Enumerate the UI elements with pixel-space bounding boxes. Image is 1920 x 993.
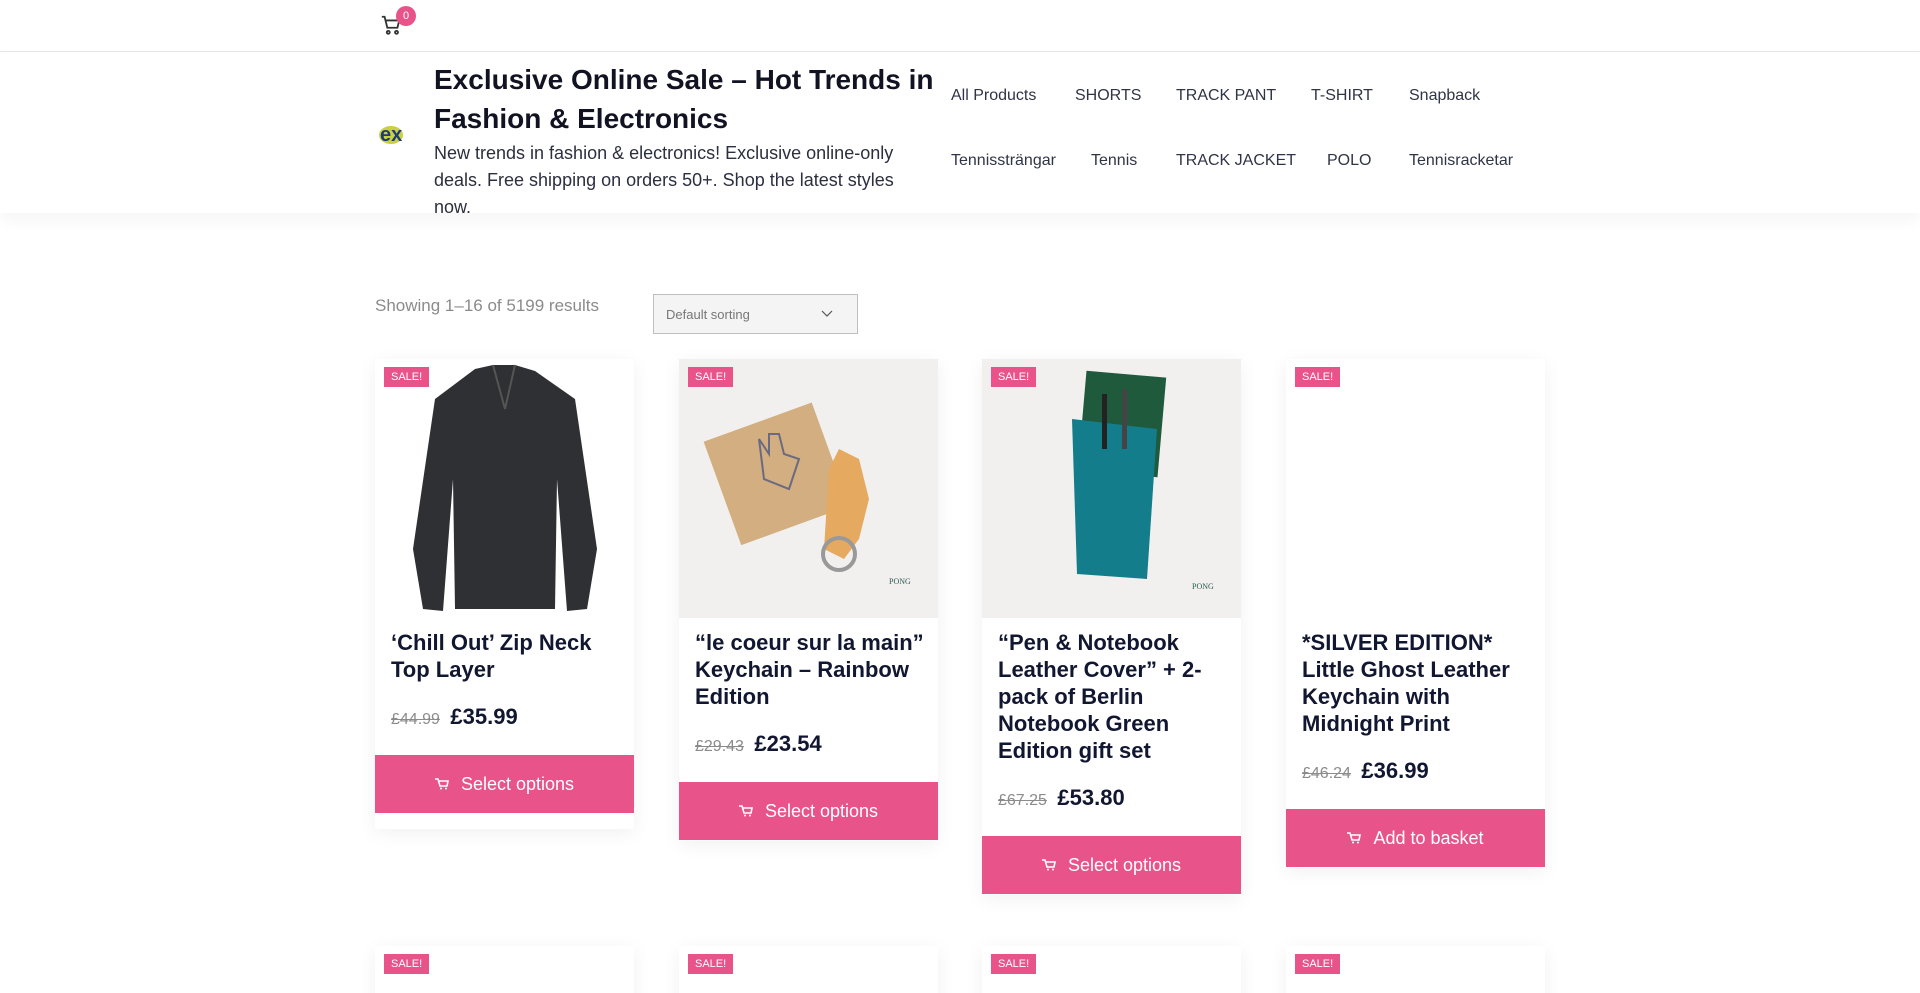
sort-select-value: Default sorting	[666, 307, 750, 322]
cart-icon	[738, 805, 753, 817]
sale-badge: SALE!	[384, 954, 430, 974]
sale-badge: SALE!	[991, 954, 1037, 974]
site-header	[0, 53, 1920, 213]
product-card[interactable]: PONG SALE! “le coeur sur la main” Keycha…	[679, 359, 938, 841]
product-card[interactable]: SALE!	[982, 946, 1241, 993]
product-image[interactable]	[375, 359, 634, 618]
product-card[interactable]: SALE!	[375, 946, 634, 993]
product-price: £67.25 £53.80	[998, 785, 1125, 811]
product-card[interactable]: SALE!	[679, 946, 938, 993]
select-options-button[interactable]: Select options	[679, 782, 938, 840]
button-label: Select options	[460, 773, 575, 794]
product-price: £29.43 £23.54	[695, 731, 822, 757]
product-card[interactable]: SALE! ‘Chill Out’ Zip Neck Top Layer £44…	[375, 359, 634, 829]
nav-t-shirt[interactable]: T-SHIRT	[1311, 87, 1373, 105]
sale-badge: SALE!	[688, 954, 734, 974]
logo-text: ex	[380, 124, 402, 146]
nav-snapback[interactable]: Snapback	[1409, 87, 1480, 105]
sale-badge: SALE!	[384, 367, 430, 387]
product-image[interactable]: PONG	[679, 359, 938, 618]
product-image[interactable]: PONG	[982, 359, 1241, 618]
old-price: £67.25	[998, 792, 1047, 809]
sale-badge: SALE!	[688, 367, 734, 387]
sale-badge: SALE!	[991, 367, 1037, 387]
sale-badge: SALE!	[1295, 367, 1341, 387]
nav-tennisstrangar[interactable]: Tennissträngar	[951, 152, 1056, 170]
select-options-button[interactable]: Select options	[982, 836, 1241, 894]
results-count: Showing 1–16 of 5199 results	[375, 296, 599, 315]
chevron-down-icon	[821, 310, 833, 317]
product-title[interactable]: *SILVER EDITION* Little Ghost Leather Ke…	[1302, 629, 1532, 737]
product-title[interactable]: “Pen & Notebook Leather Cover” + 2-pack …	[998, 629, 1228, 764]
svg-text:PONG: PONG	[889, 577, 911, 586]
sale-price: £53.80	[1057, 785, 1125, 810]
cart-icon	[1041, 859, 1056, 871]
product-price: £44.99 £35.99	[391, 704, 518, 730]
cart-icon	[434, 778, 449, 790]
sort-select[interactable]: Default sorting	[653, 294, 858, 334]
site-description: New trends in fashion & electronics! Exc…	[434, 143, 894, 217]
cart-count-badge: 0	[396, 6, 416, 26]
product-image[interactable]	[1286, 359, 1545, 618]
nav-track-jacket[interactable]: TRACK JACKET	[1176, 152, 1296, 170]
button-label: Select options	[764, 800, 879, 821]
nav-tennisracketar[interactable]: Tennisracketar	[1409, 152, 1513, 170]
top-bar: 0	[0, 0, 1920, 52]
nav-shorts[interactable]: SHORTS	[1075, 87, 1141, 105]
sale-price: £35.99	[450, 704, 518, 729]
sale-price: £23.54	[754, 731, 822, 756]
old-price: £44.99	[391, 711, 440, 728]
nav-tennis[interactable]: Tennis	[1091, 152, 1137, 170]
old-price: £29.43	[695, 738, 744, 755]
button-label: Select options	[1067, 854, 1182, 875]
svg-text:PONG: PONG	[1192, 582, 1214, 591]
product-card[interactable]: SALE! *SILVER EDITION* Little Ghost Leat…	[1286, 359, 1545, 868]
product-title[interactable]: “le coeur sur la main” Keychain – Rainbo…	[695, 629, 925, 710]
product-title[interactable]: ‘Chill Out’ Zip Neck Top Layer	[391, 629, 621, 683]
site-logo[interactable]: ex	[377, 120, 421, 146]
cart-icon	[1347, 832, 1362, 844]
button-label: Add to basket	[1373, 827, 1484, 848]
sale-badge: SALE!	[1295, 954, 1341, 974]
nav-polo[interactable]: POLO	[1327, 152, 1371, 170]
sale-price: £36.99	[1361, 758, 1429, 783]
site-title[interactable]: Exclusive Online Sale – Hot Trends in Fa…	[434, 60, 934, 138]
add-to-basket-button[interactable]: Add to basket	[1286, 809, 1545, 867]
product-price: £46.24 £36.99	[1302, 758, 1429, 784]
nav-track-pant[interactable]: TRACK PANT	[1176, 87, 1276, 105]
old-price: £46.24	[1302, 765, 1351, 782]
product-card[interactable]: SALE!	[1286, 946, 1545, 993]
nav-all-products[interactable]: All Products	[951, 87, 1036, 105]
select-options-button[interactable]: Select options	[375, 755, 634, 813]
product-card[interactable]: PONG SALE! “Pen & Notebook Leather Cover…	[982, 359, 1241, 895]
